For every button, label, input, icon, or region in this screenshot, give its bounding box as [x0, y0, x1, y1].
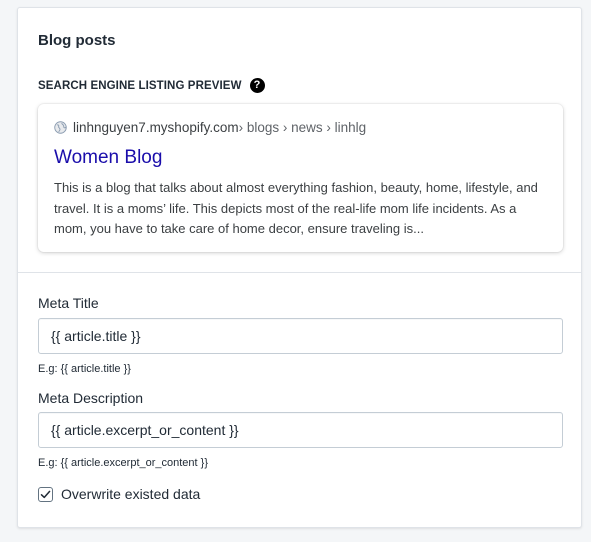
blog-posts-card: Blog posts SEARCH ENGINE LISTING PREVIEW…: [17, 7, 582, 528]
card-title: Blog posts: [38, 32, 116, 49]
question-circle-icon[interactable]: ?: [249, 78, 265, 93]
seo-preview-heading: SEARCH ENGINE LISTING PREVIEW ?: [38, 78, 265, 93]
meta-title-input[interactable]: [38, 318, 563, 354]
overwrite-label: Overwrite existed data: [61, 486, 201, 502]
checkmark-icon: [40, 490, 51, 498]
preview-description: This is a blog that talks about almost e…: [54, 180, 538, 236]
meta-title-label: Meta Title: [38, 295, 99, 311]
preview-url: linhnguyen7.myshopify.com › blogs › news…: [54, 118, 547, 136]
preview-domain: linhnguyen7.myshopify.com: [73, 119, 239, 135]
meta-description-label: Meta Description: [38, 390, 144, 406]
overwrite-checkbox-row[interactable]: Overwrite existed data: [38, 486, 200, 502]
overwrite-checkbox[interactable]: [38, 486, 53, 502]
preview-path: › blogs › news › linhlg: [238, 119, 367, 135]
search-listing-preview: linhnguyen7.myshopify.com › blogs › news…: [38, 104, 563, 252]
seo-preview-heading-text: SEARCH ENGINE LISTING PREVIEW: [38, 79, 242, 92]
section-divider: [18, 272, 581, 273]
meta-description-input[interactable]: [38, 412, 563, 448]
meta-title-hint: E.g: {{ article.title }}: [38, 363, 131, 375]
meta-description-hint: E.g: {{ article.excerpt_or_content }}: [38, 457, 209, 469]
preview-title: Women Blog: [54, 147, 163, 168]
globe-icon: [54, 120, 67, 134]
